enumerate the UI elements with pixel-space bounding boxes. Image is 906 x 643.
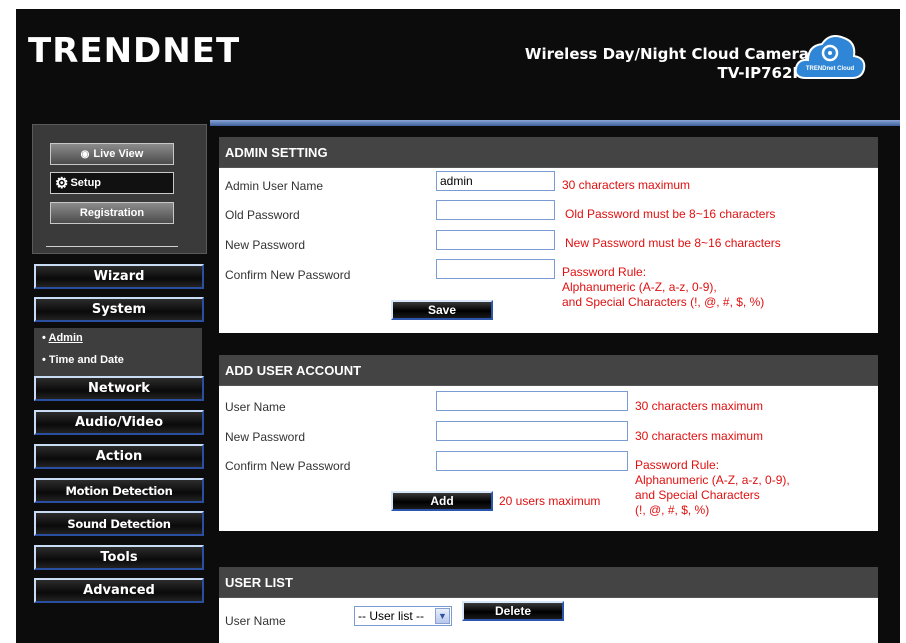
menu-motion-detection[interactable]: Motion Detection xyxy=(34,478,204,503)
admin-setting-section: ADMIN SETTING Admin User Name Old Passwo… xyxy=(219,137,878,333)
system-submenu: • Admin • Time and Date xyxy=(34,328,202,378)
user-list-section: USER LIST User Name -- User list -- ▼ De… xyxy=(219,567,878,643)
password-rule-line-2: Alphanumeric (A-Z, a-z, 0-9), xyxy=(562,280,717,294)
admin-setting-title: ADMIN SETTING xyxy=(219,137,878,168)
cloud-badge-label: TRENDnet Cloud xyxy=(805,66,855,72)
live-view-button[interactable]: ◉ Live View xyxy=(50,143,174,165)
user-list-title: USER LIST xyxy=(219,567,878,598)
users-max-note: 20 users maximum xyxy=(499,494,601,508)
old-password-label: Old Password xyxy=(225,208,300,222)
add-user-confirm-password-label: Confirm New Password xyxy=(225,459,351,473)
cloud-icon xyxy=(794,35,866,79)
user-password-max-note: 30 characters maximum xyxy=(635,429,764,443)
setup-button[interactable]: ⚙ Setup xyxy=(50,172,174,194)
menu-sound-detection[interactable]: Sound Detection xyxy=(34,511,204,536)
add-button[interactable]: Add xyxy=(391,491,493,511)
admin-user-name-label: Admin User Name xyxy=(225,179,324,193)
registration-label: Registration xyxy=(79,207,145,219)
content-top-bar xyxy=(210,120,900,126)
gear-icon: ⚙ xyxy=(55,175,69,192)
old-password-input[interactable] xyxy=(436,200,555,220)
submenu-time-and-date[interactable]: • Time and Date xyxy=(42,354,124,366)
sidebar-divider xyxy=(46,246,178,247)
menu-system[interactable]: System xyxy=(34,297,204,322)
add-user-new-password-input[interactable] xyxy=(436,421,628,441)
registration-button[interactable]: Registration xyxy=(50,202,174,224)
new-password-note: New Password must be 8~16 characters xyxy=(565,236,781,250)
user-password-rule-line-2: Alphanumeric (A-Z, a-z, 0-9), xyxy=(635,473,790,487)
admin-user-name-input[interactable] xyxy=(436,171,555,191)
confirm-new-password-label: Confirm New Password xyxy=(225,268,351,282)
user-password-rule-line-3: and Special Characters xyxy=(635,488,760,502)
trendnet-logo: TRENDNET xyxy=(28,31,241,71)
menu-action[interactable]: Action xyxy=(34,444,204,469)
password-rule-line-3: and Special Characters (!, @, #, $, %) xyxy=(562,295,765,309)
user-list-select-value: -- User list -- xyxy=(358,609,424,623)
menu-network[interactable]: Network xyxy=(34,376,204,401)
submenu-admin[interactable]: • Admin xyxy=(42,332,83,344)
app-frame: TRENDNET Wireless Day/Night Cloud Camera… xyxy=(16,9,900,643)
product-title: Wireless Day/Night Cloud Camera TV-IP762… xyxy=(525,45,809,83)
delete-button[interactable]: Delete xyxy=(462,601,564,621)
user-list-select[interactable]: -- User list -- ▼ xyxy=(354,606,452,626)
menu-audio-video[interactable]: Audio/Video xyxy=(34,410,204,435)
submenu-time-label: Time and Date xyxy=(48,354,124,366)
user-name-label: User Name xyxy=(225,400,286,414)
setup-label: Setup xyxy=(70,177,102,189)
add-user-title: ADD USER ACCOUNT xyxy=(219,355,878,386)
password-rule-note: Password Rule: Alphanumeric (A-Z, a-z, 0… xyxy=(562,265,764,310)
user-list-label: User Name xyxy=(225,614,286,628)
eye-icon: ◉ xyxy=(80,148,90,160)
user-password-rule-line-4: (!, @, #, $, %) xyxy=(635,503,710,517)
product-name: Wireless Day/Night Cloud Camera xyxy=(524,45,809,63)
submenu-admin-label: Admin xyxy=(48,332,83,344)
chevron-down-icon[interactable]: ▼ xyxy=(435,608,450,624)
live-view-label: Live View xyxy=(93,148,144,160)
add-user-confirm-password-input[interactable] xyxy=(436,451,628,471)
menu-tools[interactable]: Tools xyxy=(34,545,204,570)
user-password-rule-note: Password Rule: Alphanumeric (A-Z, a-z, 0… xyxy=(635,458,790,518)
user-name-max-note: 30 characters maximum xyxy=(635,399,764,413)
new-password-input[interactable] xyxy=(436,230,555,250)
add-user-new-password-label: New Password xyxy=(225,430,306,444)
save-button[interactable]: Save xyxy=(391,300,493,320)
old-password-note: Old Password must be 8~16 characters xyxy=(565,207,776,221)
new-password-label: New Password xyxy=(225,238,306,252)
model-number: TV-IP762IC xyxy=(717,64,809,82)
add-user-section: ADD USER ACCOUNT User Name New Password … xyxy=(219,355,878,531)
user-password-rule-line-1: Password Rule: xyxy=(635,458,720,472)
menu-wizard[interactable]: Wizard xyxy=(34,264,204,289)
user-name-input[interactable] xyxy=(436,391,628,411)
confirm-new-password-input[interactable] xyxy=(436,259,555,279)
menu-advanced[interactable]: Advanced xyxy=(34,578,204,603)
password-rule-line-1: Password Rule: xyxy=(562,265,647,279)
admin-name-max-note: 30 characters maximum xyxy=(562,178,691,192)
